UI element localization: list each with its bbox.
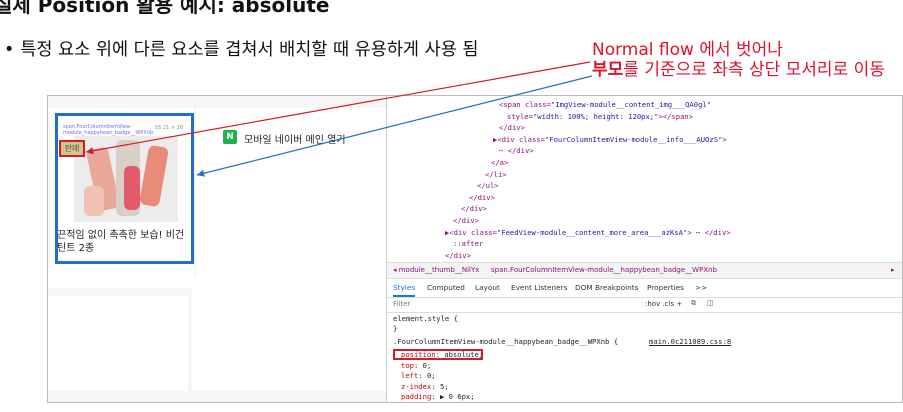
- toggle-sidebar-icon[interactable]: ◫: [707, 299, 714, 307]
- tab-styles[interactable]: Styles: [393, 283, 416, 297]
- dom-node-line[interactable]: </div>: [461, 204, 487, 213]
- dom-node-line[interactable]: </a>: [491, 158, 508, 167]
- breadcrumb-scroll-right[interactable]: ▸: [891, 266, 895, 274]
- bullet-point: • 특정 요소 위에 다른 요소를 겹쳐서 배치할 때 유용하게 사용 됨: [4, 36, 478, 61]
- dom-node-line[interactable]: ▶<div class="FourColumnItemView-module__…: [493, 135, 727, 144]
- tab-computed[interactable]: Computed: [427, 283, 465, 292]
- bullet-text: 특정 요소 위에 다른 요소를 겹쳐서 배치할 때 유용하게 사용 됨: [20, 40, 479, 60]
- filter-input[interactable]: Filter: [393, 300, 410, 308]
- css-selector[interactable]: .FourColumnItemView-module__happybean_ba…: [393, 337, 618, 346]
- dom-node-line[interactable]: ⋯ </div>: [499, 146, 534, 155]
- feed-card-bg-4: [192, 276, 386, 391]
- bullet-dot: •: [4, 40, 15, 60]
- dom-node-line[interactable]: </ul>: [477, 181, 499, 190]
- breadcrumb-item[interactable]: ◂ module__thumb__NilYx: [393, 266, 479, 274]
- rule-close-brace: }: [393, 324, 398, 333]
- feed-card-bg-3: [48, 296, 188, 391]
- css-property[interactable]: border-radius: ▶ 4px 0 4px 0;: [401, 403, 527, 404]
- dom-node-line[interactable]: ::after: [453, 239, 483, 248]
- tab-properties[interactable]: Properties: [647, 283, 684, 292]
- tab-event-listeners[interactable]: Event Listeners: [511, 283, 567, 292]
- annotation-line-2: 부모를 기준으로 좌측 상단 모서리로 이동: [592, 55, 885, 80]
- dom-node-line[interactable]: <span class="ImgView-module__content_img…: [499, 100, 711, 109]
- annotation-highlight: 부모: [592, 60, 624, 80]
- breadcrumb: ◂ module__thumb__NilYx span.FourColumnIt…: [387, 262, 902, 279]
- position-highlight-box: [393, 349, 483, 360]
- browser-screenshot: span.FourColumnItemView-module_happybean…: [47, 95, 903, 403]
- tab-more[interactable]: >>: [695, 283, 707, 292]
- dom-node-line[interactable]: style="width: 100%; height: 120px;"></sp…: [507, 112, 693, 121]
- devtools-subtabs: Styles Computed Layout Event Listeners D…: [387, 278, 902, 298]
- dom-node-line[interactable]: ▶<div class="FeedView-module__content_mo…: [445, 228, 731, 237]
- breadcrumb-item[interactable]: span.FourColumnItemView-module__happybea…: [491, 266, 717, 274]
- element-style-rule[interactable]: element.style {: [393, 314, 458, 323]
- css-property[interactable]: padding: ▶ 0 6px;: [401, 392, 475, 401]
- element-tooltip-size: 55.21 × 20: [155, 125, 184, 131]
- naver-logo-icon: N: [223, 130, 237, 144]
- web-page-pane: span.FourColumnItemView-module_happybean…: [48, 96, 386, 402]
- css-property[interactable]: z-index: 5;: [401, 382, 449, 391]
- tab-dom-breakpoints[interactable]: DOM Breakpoints: [575, 283, 638, 292]
- css-property[interactable]: left: 0;: [401, 371, 436, 380]
- dom-node-line[interactable]: </div>: [453, 216, 479, 225]
- styles-pane: element.style { } .FourColumnItemView-mo…: [387, 312, 902, 404]
- naver-mobile-main-button[interactable]: N 모바일 네이버 메인 열기: [223, 130, 373, 148]
- slide-heading: 실제 Position 활용 예시: absolute: [0, 0, 330, 17]
- annotation-rest: 를 기준으로 좌측 상단 모서리로 이동: [623, 60, 885, 80]
- filter-tools[interactable]: :hov .cls +: [645, 300, 682, 308]
- dom-node-line[interactable]: </div>: [469, 193, 495, 202]
- dom-node-line[interactable]: </div>: [499, 123, 525, 132]
- naver-button-label: 모바일 네이버 메인 열기: [244, 135, 346, 146]
- dom-node-line[interactable]: </div>: [445, 251, 471, 260]
- styles-filter-bar: Filter :hov .cls + ⧉ ◫: [387, 296, 902, 313]
- dom-tree: <span class="ImgView-module__content_img…: [387, 96, 902, 261]
- tab-layout[interactable]: Layout: [475, 283, 500, 292]
- css-source-link[interactable]: main.0c211089.css:8: [649, 337, 731, 346]
- happybean-badge[interactable]: 판매: [59, 140, 85, 157]
- dom-node-line[interactable]: </li>: [485, 170, 507, 179]
- product-description[interactable]: 끈적임 없이 촉촉한 보습! 비건 틴트 2종: [57, 229, 187, 255]
- css-property[interactable]: top: 0;: [401, 361, 431, 370]
- devtools-panel: <span class="ImgView-module__content_img…: [386, 96, 902, 404]
- element-tooltip-title: span.FourColumnItemView-module_happybean…: [63, 124, 154, 136]
- new-style-rule-icon[interactable]: ⧉: [691, 299, 696, 308]
